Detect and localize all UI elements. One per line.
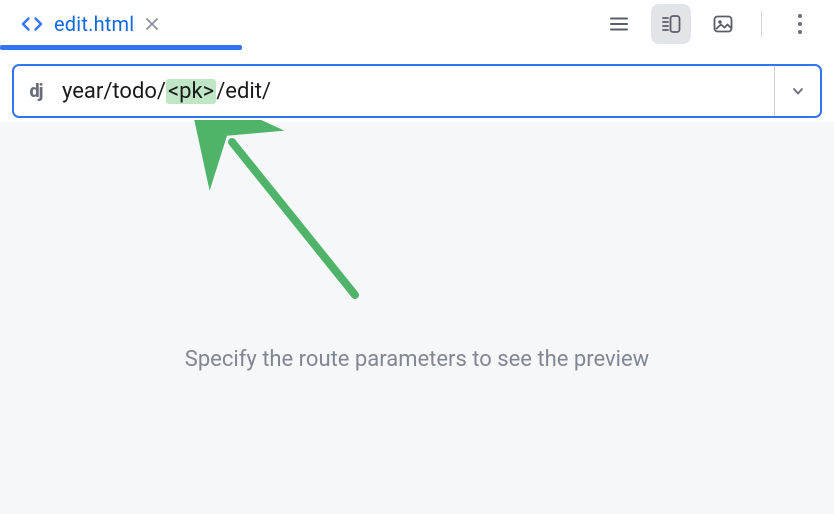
list-view-icon [608, 13, 630, 35]
editor-tab-bar: edit.html [0, 0, 834, 50]
route-text: year/todo/<pk>/edit/ [62, 79, 271, 104]
route-suffix: /edit/ [216, 79, 271, 104]
tab-label: edit.html [54, 12, 134, 36]
tab-edit-html[interactable]: edit.html [0, 0, 178, 47]
list-view-button[interactable] [599, 4, 639, 44]
toolbar-divider [761, 11, 762, 37]
code-icon [20, 12, 44, 36]
route-dropdown-button[interactable] [774, 66, 820, 116]
active-tab-indicator [0, 45, 242, 50]
image-view-icon [712, 13, 734, 35]
preview-empty-message: Specify the route parameters to see the … [185, 347, 649, 372]
image-view-button[interactable] [703, 4, 743, 44]
preview-pane: Specify the route parameters to see the … [0, 122, 834, 514]
route-prefix: year/todo/ [62, 79, 166, 104]
split-view-button[interactable] [651, 4, 691, 44]
route-param-token: <pk> [166, 79, 216, 104]
route-field[interactable]: dj year/todo/<pk>/edit/ [14, 66, 774, 116]
editor-toolbar [599, 0, 828, 47]
close-icon[interactable] [144, 16, 160, 32]
route-address-bar[interactable]: dj year/todo/<pk>/edit/ [12, 64, 822, 118]
chevron-down-icon [790, 83, 806, 99]
kebab-menu-icon [798, 14, 802, 34]
django-icon: dj [24, 81, 48, 102]
split-view-icon [660, 13, 682, 35]
more-menu-button[interactable] [780, 4, 820, 44]
